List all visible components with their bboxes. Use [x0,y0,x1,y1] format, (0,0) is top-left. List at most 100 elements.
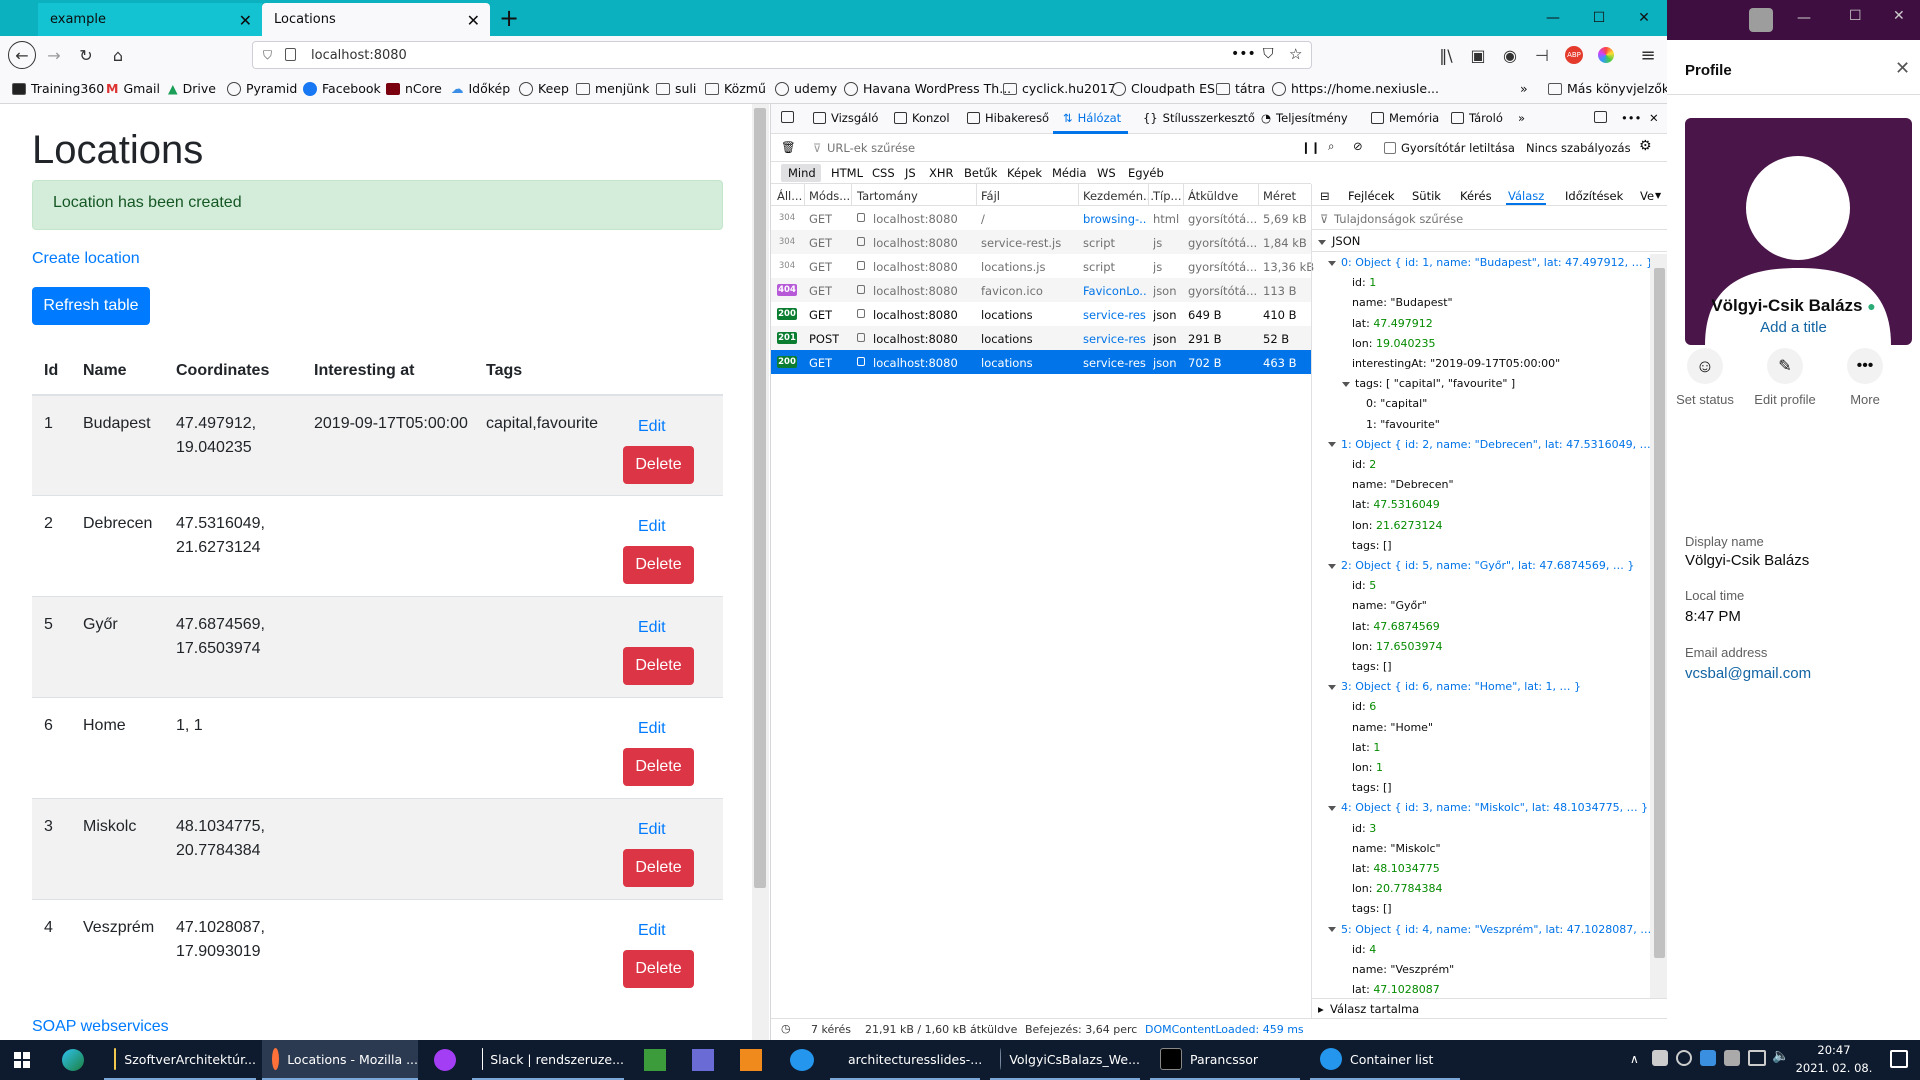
windows-start-icon[interactable] [14,1052,30,1068]
notification-icon[interactable] [1890,1050,1908,1068]
expand-triangle-icon[interactable] [1342,381,1350,387]
devtools-close-icon[interactable]: ✕ [1649,111,1659,125]
edit-link[interactable]: Edit [638,821,666,839]
tab-inspector[interactable]: Vizsgáló [813,111,878,125]
delete-button[interactable]: Delete [623,647,694,685]
tray-icon[interactable] [1676,1050,1692,1066]
expand-triangle-icon[interactable] [1328,805,1336,811]
tab-more[interactable]: Ve [1640,189,1654,203]
taskbar-item-volgyi[interactable]: VolgyiCsBalazs_We... [990,1040,1140,1080]
expand-triangle-icon[interactable] [1318,240,1326,245]
column-size[interactable]: Méret [1263,189,1296,203]
page-actions-icon[interactable]: ••• [1231,46,1256,62]
json-tree-line[interactable]: 2: Object { id: 5, name: "Győr", lat: 47… [1328,559,1634,572]
bookmark-drive[interactable]: ▲ Drive [168,81,216,96]
tab-performance[interactable]: ◔ Teljesítmény [1261,111,1348,125]
tab-headers[interactable]: Fejlécek [1348,189,1395,203]
bookmark-cloudpath[interactable]: Cloudpath ES [1112,81,1215,96]
new-tab-plus-icon[interactable]: + [494,2,524,34]
tray-icon[interactable] [1724,1050,1740,1066]
bookmark-folder-menjunk[interactable]: menjünk [576,81,649,96]
expand-triangle-icon[interactable] [1328,927,1336,933]
set-status-label[interactable]: Set status [1667,392,1743,407]
bookmark-star-icon[interactable]: ☆ [1289,45,1302,63]
edge-icon[interactable] [62,1049,84,1071]
request-row[interactable]: 404 GET localhost:8080 favicon.ico Favic… [771,278,1311,302]
close-window-icon[interactable]: ✕ [1621,0,1667,36]
json-tree-line[interactable]: tags: [ "capital", "favourite" ] [1342,377,1515,390]
tab-memory[interactable]: Memória [1371,111,1439,125]
element-picker-icon[interactable] [781,111,794,123]
property-filter-input[interactable]: Tulajdonságok szűrése [1334,212,1463,226]
pause-icon[interactable]: ❙❙ [1301,140,1320,154]
column-type[interactable]: Típ... [1153,189,1182,203]
sidebar-icon[interactable]: ▣ [1464,41,1492,69]
clock-time[interactable]: 20:47 [1794,1043,1874,1057]
delete-button[interactable]: Delete [623,950,694,988]
taskbar-item-cmd[interactable]: Parancssor [1150,1040,1300,1080]
throttle-select[interactable]: Nincs szabályozás [1526,141,1631,155]
bookmark-havana[interactable]: Havana WordPress Th... [844,81,1011,96]
volume-icon[interactable]: 🔈 [1772,1048,1789,1064]
chevron-down-icon[interactable]: ▼ [1655,191,1661,200]
tab-debugger[interactable]: Hibakereső [967,111,1049,125]
request-row[interactable]: 304 GET localhost:8080 service-rest.js s… [771,230,1311,254]
type-filter-css[interactable]: CSS [872,166,895,180]
menu-icon[interactable]: ≡ [1634,41,1662,69]
json-tree-line[interactable]: 4: Object { id: 3, name: "Miskolc", lat:… [1328,801,1648,814]
disable-cache-checkbox[interactable] [1384,142,1396,154]
delete-button[interactable]: Delete [623,748,694,786]
network-app-icon[interactable] [692,1049,714,1071]
block-icon[interactable]: ⊘ [1353,139,1363,153]
minimize-icon[interactable]: — [1797,10,1811,26]
tab-example[interactable]: example ✕ [38,3,262,36]
bookmark-nexius[interactable]: https://home.nexiusle... [1272,81,1439,96]
dock-icon[interactable] [1594,111,1607,123]
bookmark-folder-other[interactable]: Más könyvjelzők [1548,81,1669,96]
more-dots-icon[interactable]: ••• [1847,348,1883,384]
json-tree-line[interactable]: 0: Object { id: 1, name: "Budapest", lat… [1328,256,1650,269]
expand-triangle-icon[interactable] [1328,442,1336,448]
create-location-link[interactable]: Create location [32,250,140,268]
bookmark-folder-suli[interactable]: suli [656,81,696,96]
search-icon[interactable]: ⌕ [1328,139,1334,154]
edit-link[interactable]: Edit [638,720,666,738]
edit-link[interactable]: Edit [638,922,666,940]
bookmark-training360[interactable]: Training360 [12,81,104,96]
devtools-menu-icon[interactable]: ••• [1621,111,1641,125]
tray-icon[interactable] [1652,1050,1668,1066]
email-link[interactable]: vcsbal@gmail.com [1685,665,1811,682]
bookmark-idokep[interactable]: ☁ Időkép [451,81,510,96]
json-section-header[interactable]: JSON [1312,230,1669,252]
edit-profile-label[interactable]: Edit profile [1747,392,1823,407]
delete-button[interactable]: Delete [623,546,694,584]
edit-link[interactable]: Edit [638,418,666,436]
json-tree-line[interactable]: 3: Object { id: 6, name: "Home", lat: 1,… [1328,680,1581,693]
tab-storage[interactable]: Tároló [1451,111,1503,125]
tab-network[interactable]: ⇅ Hálózat [1063,111,1121,125]
bookmark-folder-kozmu[interactable]: Közmű [705,81,766,96]
request-row[interactable]: 201 POST localhost:8080 locations servic… [771,326,1311,350]
request-row[interactable]: 304 GET localhost:8080 / browsing-... ht… [771,206,1311,230]
bookmark-pyramid[interactable]: Pyramid [227,81,297,96]
messenger-icon[interactable] [434,1049,456,1071]
toggle-panel-icon[interactable]: ⊟ [1320,189,1330,203]
edit-link[interactable]: Edit [638,619,666,637]
home-icon[interactable]: ⌂ [104,41,132,69]
taskbar-item-pdf[interactable]: architecturesslides-... [830,1040,982,1080]
clock-date[interactable]: 2021. 02. 08. [1790,1061,1878,1075]
type-filter-fonts[interactable]: Betűk [964,166,997,180]
docker-icon[interactable] [790,1049,814,1071]
close-tab-icon[interactable]: ✕ [467,11,480,30]
response-content-section[interactable]: ▸ Válasz tartalma [1312,998,1669,1018]
bookmark-udemy[interactable]: udemy [775,81,837,96]
extension-icon[interactable]: ⊣ [1528,41,1556,69]
bookmark-gmail[interactable]: M Gmail [106,81,160,96]
url-filter-input[interactable]: URL-ek szűrése [827,141,915,155]
expand-triangle-icon[interactable] [1328,684,1336,690]
json-tree-line[interactable]: 1: Object { id: 2, name: "Debrecen", lat… [1328,438,1650,451]
bookmarks-overflow-icon[interactable]: » [1520,81,1528,96]
request-row-selected[interactable]: 200 GET localhost:8080 locations service… [771,350,1311,374]
reload-icon[interactable]: ↻ [72,41,100,69]
edit-link[interactable]: Edit [638,518,666,536]
